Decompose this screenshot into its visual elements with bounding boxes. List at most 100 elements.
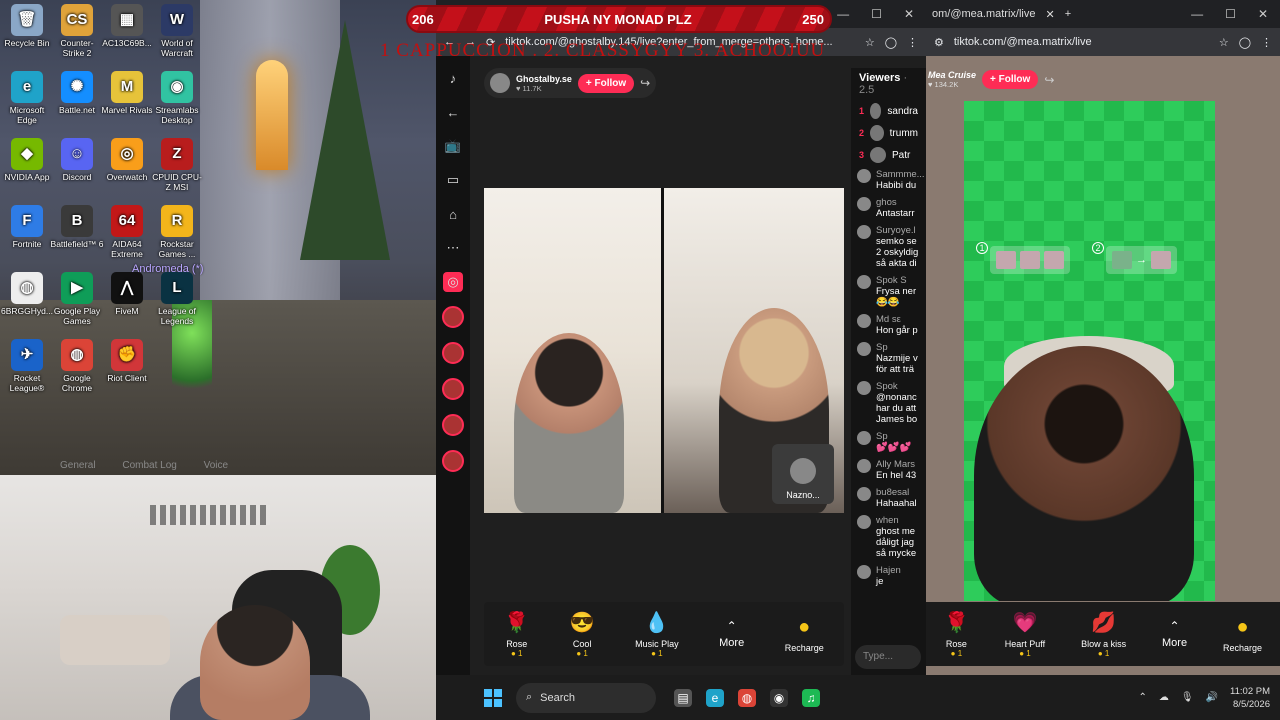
follow-button[interactable]: + Follow <box>577 73 635 93</box>
desktop-shortcut[interactable]: ◎ Overwatch <box>100 138 154 182</box>
live-avatar[interactable] <box>442 342 464 364</box>
url-field[interactable]: tiktok.com/@mea.matrix/live <box>954 36 1209 48</box>
tiktok-logo-icon[interactable]: ♪ <box>443 68 463 88</box>
pip-guest[interactable]: Nazno... <box>772 444 834 504</box>
more-gifts-button[interactable]: ⌃ More <box>719 619 744 649</box>
chat-message[interactable]: when ghost me dåligt jag så mycke <box>851 512 926 562</box>
microphone-icon[interactable]: 🎙 <box>1181 692 1194 703</box>
gift-music-play[interactable]: 💧 Music Play ● 1 <box>635 610 679 658</box>
follow-button[interactable]: + Follow <box>982 70 1039 89</box>
live-avatar[interactable] <box>442 414 464 436</box>
live-avatar[interactable] <box>442 450 464 472</box>
recharge-button[interactable]: ● Recharge <box>785 616 824 653</box>
live-video[interactable]: Nazno... <box>484 188 844 513</box>
desktop-shortcut[interactable]: ✺ Battle.net <box>50 71 104 115</box>
bookmark-star-icon[interactable]: ☆ <box>865 36 875 49</box>
chat-message[interactable]: Sp 💕💕💕 <box>851 428 926 456</box>
close-icon[interactable]: ✕ <box>1258 7 1268 21</box>
viewer-row[interactable]: 3 Patr <box>851 144 926 166</box>
desktop-shortcut[interactable]: ◍ 6BRGGHyd... <box>0 272 54 316</box>
chat-message[interactable]: Ally Mars En hel 43 <box>851 456 926 484</box>
gift-blow-a-kiss[interactable]: 💋 Blow a kiss ● 1 <box>1081 610 1126 658</box>
desktop-shortcut[interactable]: M Marvel Rivals <box>100 71 154 115</box>
desktop-shortcut[interactable]: B Battlefield™ 6 <box>50 205 104 249</box>
minimize-icon[interactable]: — <box>1191 7 1203 21</box>
file-explorer-icon[interactable]: ▤ <box>674 688 692 707</box>
streamer-name[interactable]: Ghostalby.se <box>516 74 572 84</box>
menu-icon[interactable]: ⋮ <box>907 36 918 49</box>
desktop-shortcut[interactable]: ▦ AC13C69B... <box>100 4 154 48</box>
chat-message[interactable]: Hajen je <box>851 562 926 590</box>
desktop-shortcut[interactable]: Z CPUID CPU-Z MSI <box>150 138 204 192</box>
chat-message[interactable]: Suryoye.l semko se 2 oskyldig så akta di <box>851 222 926 272</box>
desktop-shortcut[interactable]: ◆ NVIDIA App <box>0 138 54 182</box>
close-icon[interactable]: ✕ <box>904 7 914 21</box>
volume-icon[interactable]: 🔊 <box>1206 692 1218 703</box>
desktop-shortcut[interactable]: L League of Legends <box>150 272 204 326</box>
chat-message[interactable]: Spok @nonanc har du att James bo <box>851 378 926 428</box>
live-tv-icon[interactable]: 📺 <box>443 136 463 156</box>
desktop-shortcut[interactable]: R Rockstar Games ... <box>150 205 204 259</box>
profile-icon[interactable]: ◯ <box>1239 36 1251 49</box>
chat-message[interactable]: Md sε Hon går p <box>851 311 926 339</box>
chat-message[interactable]: Sammme... Habibi du <box>851 166 926 194</box>
live-avatar[interactable] <box>442 378 464 400</box>
gift-heart-puff[interactable]: 💗 Heart Puff ● 1 <box>1005 610 1045 658</box>
desktop-shortcut[interactable]: F Fortnite <box>0 205 54 249</box>
desktop-shortcut[interactable]: ☺ Discord <box>50 138 104 182</box>
chat-input[interactable]: Type... <box>855 645 921 669</box>
streamlabs-icon[interactable]: ◉ <box>770 688 788 707</box>
streamer-avatar[interactable] <box>490 73 510 93</box>
windows-start-icon[interactable] <box>484 688 502 707</box>
desktop-shortcut[interactable]: W World of Warcraft <box>150 4 204 58</box>
chat-message[interactable]: Spok S Frysa ner 😂😂 <box>851 272 926 311</box>
clock[interactable]: 11:02 PM 8/5/2026 <box>1230 685 1270 711</box>
desktop-shortcut[interactable]: ▶ Google Play Games <box>50 272 104 326</box>
desktop-shortcut[interactable]: e Microsoft Edge <box>0 71 54 125</box>
chat-message[interactable]: bu8esal Hahaahal <box>851 484 926 512</box>
bookmark-star-icon[interactable]: ☆ <box>1219 36 1229 49</box>
gift-rose[interactable]: 🌹 Rose ● 1 <box>504 610 529 658</box>
chrome-icon[interactable]: ◍ <box>738 688 756 707</box>
chat-message[interactable]: Sp Nazmije v för att trä <box>851 339 926 378</box>
edge-icon[interactable]: e <box>706 688 724 707</box>
gift-cool[interactable]: 😎 Cool ● 1 <box>570 610 595 658</box>
share-icon[interactable]: ↪ <box>640 76 650 90</box>
green-screen-video[interactable] <box>964 101 1215 601</box>
desktop-shortcut[interactable]: ✊ Riot Client <box>100 339 154 383</box>
tab-title[interactable]: om/@mea.matrix/live <box>932 8 1035 20</box>
desktop-shortcut[interactable]: ✈ Rocket League® <box>0 339 54 393</box>
live-studio-icon[interactable]: ◎ <box>443 272 463 292</box>
desktop-shortcut[interactable]: 64 AIDA64 Extreme <box>100 205 154 259</box>
spotify-icon[interactable]: ♫ <box>802 688 820 707</box>
chat-message[interactable]: ghos Antastarr <box>851 194 926 222</box>
network-icon[interactable]: ☁ <box>1159 692 1169 703</box>
desktop-shortcut[interactable]: ⋀ FiveM <box>100 272 154 316</box>
more-gifts-button[interactable]: ⌃ More <box>1162 619 1187 649</box>
site-settings-icon[interactable]: ⚙ <box>934 36 944 49</box>
gift-rose[interactable]: 🌹 Rose ● 1 <box>944 610 969 658</box>
viewer-row[interactable]: 1 sandra <box>851 100 926 122</box>
desktop-shortcut[interactable]: CS Counter-Strike 2 <box>50 4 104 58</box>
share-icon[interactable]: ↪ <box>1044 73 1054 87</box>
live-avatar[interactable] <box>442 306 464 328</box>
home-icon[interactable]: ⌂ <box>443 204 463 224</box>
desktop-shortcut[interactable]: ◍ Google Chrome <box>50 339 104 393</box>
video-icon[interactable]: ▭ <box>443 170 463 190</box>
maximize-icon[interactable]: ☐ <box>871 7 882 21</box>
desktop-shortcut[interactable]: 🗑 Recycle Bin <box>0 4 54 48</box>
back-arrow-icon[interactable]: ← <box>443 102 463 122</box>
streamer-name[interactable]: Mea Cruise <box>928 70 976 80</box>
taskbar-search[interactable]: ⌕ Search <box>516 682 656 713</box>
recharge-button[interactable]: ● Recharge <box>1223 616 1262 653</box>
profile-icon[interactable]: ◯ <box>885 36 897 49</box>
tab-close-icon[interactable]: ✕ <box>1045 8 1054 21</box>
tray-chevron-icon[interactable]: ⌃ <box>1138 692 1146 703</box>
minimize-icon[interactable]: — <box>837 7 849 21</box>
menu-icon[interactable]: ⋮ <box>1261 36 1272 49</box>
viewer-row[interactable]: 2 trumm <box>851 122 926 144</box>
more-dots-icon[interactable]: ⋯ <box>443 238 463 258</box>
new-tab-icon[interactable]: + <box>1065 8 1071 20</box>
desktop-shortcut[interactable]: ◉ Streamlabs Desktop <box>150 71 204 125</box>
maximize-icon[interactable]: ☐ <box>1225 7 1236 21</box>
